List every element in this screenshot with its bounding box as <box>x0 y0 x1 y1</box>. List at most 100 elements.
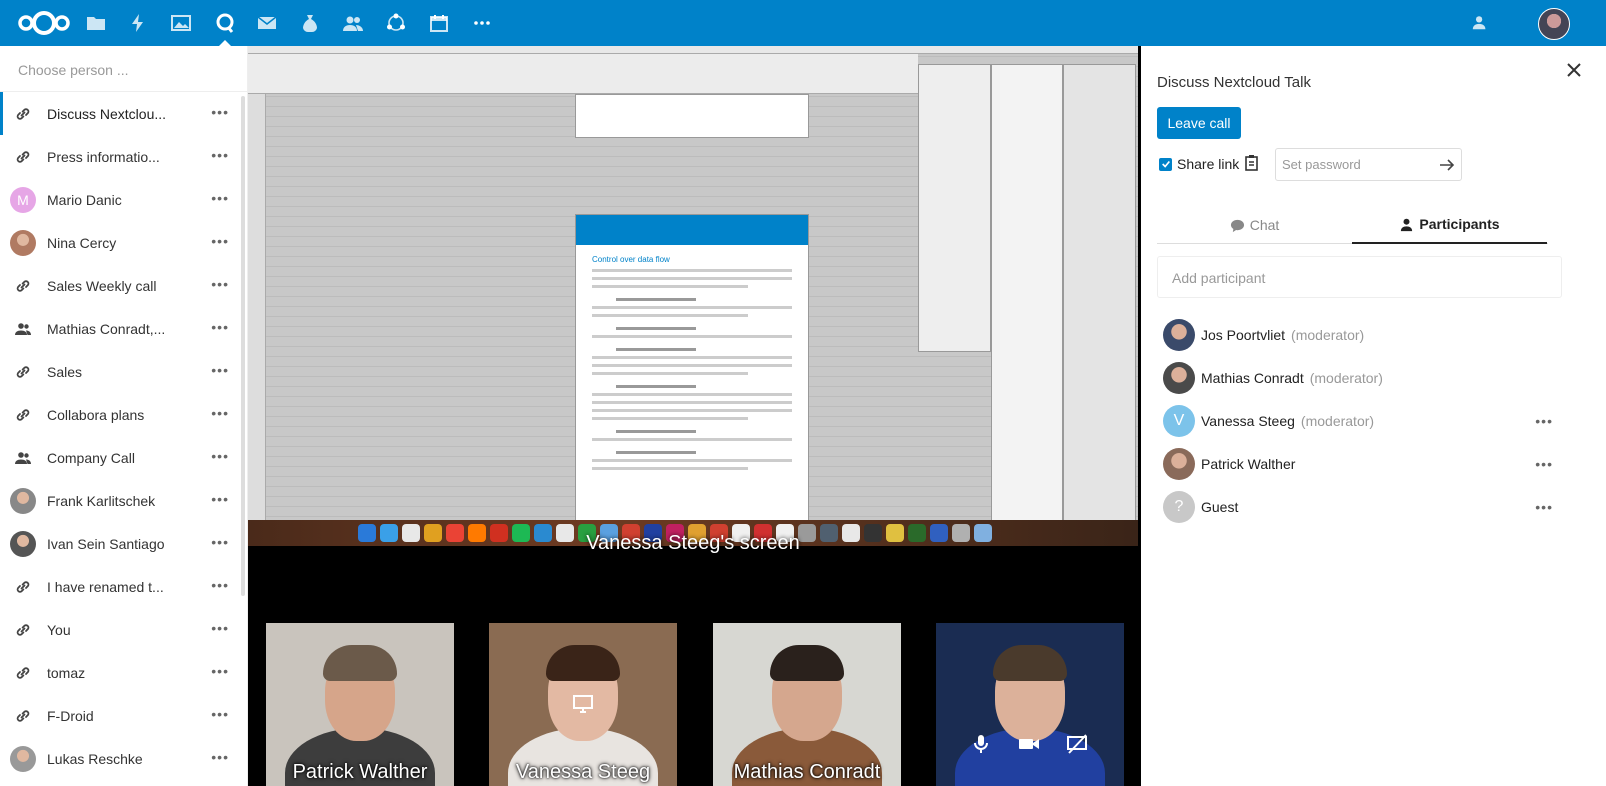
shared-panel-a <box>918 64 991 352</box>
more-options-icon[interactable]: ••• <box>211 362 229 378</box>
nextcloud-logo-icon[interactable] <box>16 8 72 38</box>
conversation-item[interactable]: Nina Cercy ••• <box>0 221 247 264</box>
user-icon <box>1401 218 1413 231</box>
participant-row[interactable]: V Vanessa Steeg (moderator) ••• <box>1163 404 1553 438</box>
conversation-item[interactable]: Collabora plans ••• <box>0 393 247 436</box>
conversation-item[interactable]: Frank Karlitschek ••• <box>0 479 247 522</box>
conversation-item[interactable]: M Mario Danic ••• <box>0 178 247 221</box>
circles-icon[interactable] <box>382 9 410 37</box>
conversation-item[interactable]: Company Call ••• <box>0 436 247 479</box>
more-options-icon[interactable]: ••• <box>211 491 229 507</box>
participant-video[interactable]: Mathias Conradt <box>713 623 901 786</box>
user-avatar[interactable] <box>1538 8 1570 40</box>
tab-participants[interactable]: Participants <box>1352 206 1547 244</box>
more-options-icon[interactable]: ••• <box>211 190 229 206</box>
participant-row[interactable]: ? Guest ••• <box>1163 490 1553 524</box>
screen-share-icon[interactable] <box>570 691 596 717</box>
call-stage: Control over data flow Vanessa Steeg's s… <box>248 46 1141 786</box>
activity-icon[interactable] <box>124 9 152 37</box>
conversation-item[interactable]: F-Droid ••• <box>0 694 247 737</box>
avatar <box>10 530 36 557</box>
conversation-item[interactable]: Discuss Nextclou... ••• <box>0 92 247 135</box>
participant-row[interactable]: Mathias Conradt (moderator) <box>1163 361 1553 395</box>
conversation-label: Mario Danic <box>47 191 122 208</box>
more-options-icon[interactable]: ••• <box>211 233 229 249</box>
more-options-icon[interactable]: ••• <box>211 448 229 464</box>
choose-person-input[interactable]: Choose person ... <box>0 46 247 92</box>
conversation-item[interactable]: Sales Weekly call ••• <box>0 264 247 307</box>
conversation-label: Discuss Nextclou... <box>47 105 167 122</box>
calendar-icon[interactable] <box>425 9 453 37</box>
more-options-icon[interactable]: ••• <box>211 577 229 593</box>
conversation-item[interactable]: Press informatio... ••• <box>0 135 247 178</box>
participant-row[interactable]: Jos Poortvliet (moderator) <box>1163 318 1553 352</box>
more-options-icon[interactable]: ••• <box>1535 499 1553 515</box>
chat-bubble-icon <box>1230 219 1244 232</box>
conversation-item[interactable]: Mathias Conradt,... ••• <box>0 307 247 350</box>
more-options-icon[interactable]: ••• <box>1535 413 1553 429</box>
more-options-icon[interactable]: ••• <box>211 147 229 163</box>
share-link-checkbox[interactable]: Share link <box>1159 156 1239 172</box>
shared-doc-heading: Control over data flow <box>592 255 670 264</box>
set-password-input[interactable]: Set password <box>1275 148 1462 181</box>
conversation-item[interactable]: I have renamed t... ••• <box>0 565 247 608</box>
link-icon <box>10 574 36 600</box>
conversation-label: Press informatio... <box>47 148 160 165</box>
tab-chat[interactable]: Chat <box>1157 206 1352 244</box>
participant-name: Guest <box>1201 499 1239 515</box>
contacts-icon[interactable] <box>339 9 367 37</box>
video-participant-name: Mathias Conradt <box>733 761 881 783</box>
more-options-icon[interactable]: ••• <box>211 276 229 292</box>
more-options-icon[interactable]: ••• <box>211 534 229 550</box>
leave-call-button[interactable]: Leave call <box>1157 107 1241 139</box>
link-icon <box>10 144 36 170</box>
conversation-label: tomaz <box>47 664 86 681</box>
conversation-item[interactable]: You ••• <box>0 608 247 651</box>
money-icon[interactable] <box>296 9 324 37</box>
more-options-icon[interactable]: ••• <box>1535 456 1553 472</box>
microphone-icon[interactable] <box>968 731 994 757</box>
screen-share-video[interactable]: Control over data flow <box>248 46 1138 546</box>
link-icon <box>10 101 36 127</box>
conversation-label: I have renamed t... <box>47 578 164 595</box>
talk-icon[interactable] <box>211 9 239 46</box>
mail-icon[interactable] <box>253 9 281 37</box>
more-options-icon[interactable]: ••• <box>211 319 229 335</box>
call-details-panel: Discuss Nextcloud Talk Leave call Share … <box>1141 46 1606 786</box>
conversation-item[interactable]: Sales ••• <box>0 350 247 393</box>
panel-tabs: Chat Participants <box>1157 206 1548 244</box>
close-icon[interactable] <box>1564 60 1584 80</box>
arrow-right-icon[interactable] <box>1439 157 1455 173</box>
more-options-icon[interactable]: ••• <box>211 706 229 722</box>
link-icon <box>10 273 36 299</box>
avatar: M <box>10 186 36 213</box>
more-options-icon[interactable]: ••• <box>211 620 229 636</box>
more-options-icon[interactable]: ••• <box>211 104 229 120</box>
participant-name: Vanessa Steeg <box>1201 413 1295 429</box>
link-icon <box>10 402 36 428</box>
conversation-item[interactable]: tomaz ••• <box>0 651 247 694</box>
screen-share-off-icon[interactable] <box>1064 731 1090 757</box>
avatar <box>10 745 36 772</box>
conversation-label: Collabora plans <box>47 406 145 423</box>
participant-name: Patrick Walther <box>1201 456 1296 472</box>
link-icon <box>10 617 36 643</box>
participant-row[interactable]: Patrick Walther ••• <box>1163 447 1553 481</box>
add-participant-input[interactable]: Add participant <box>1157 256 1562 298</box>
files-icon[interactable] <box>82 9 110 37</box>
sidebar-scrollbar[interactable] <box>241 96 245 596</box>
more-apps-icon[interactable] <box>468 9 496 37</box>
participant-video[interactable] <box>936 623 1124 786</box>
clipboard-icon[interactable] <box>1243 154 1261 172</box>
top-bar <box>0 0 1606 46</box>
conversation-item[interactable]: Ivan Sein Santiago ••• <box>0 522 247 565</box>
contacts-menu-icon[interactable] <box>1466 9 1494 37</box>
gallery-icon[interactable] <box>167 9 195 37</box>
conversation-item[interactable]: Lukas Reschke ••• <box>0 737 247 780</box>
participant-video[interactable]: Vanessa Steeg <box>489 623 677 786</box>
participant-video[interactable]: Patrick Walther <box>266 623 454 786</box>
camera-icon[interactable] <box>1016 731 1042 757</box>
more-options-icon[interactable]: ••• <box>211 749 229 765</box>
more-options-icon[interactable]: ••• <box>211 405 229 421</box>
more-options-icon[interactable]: ••• <box>211 663 229 679</box>
